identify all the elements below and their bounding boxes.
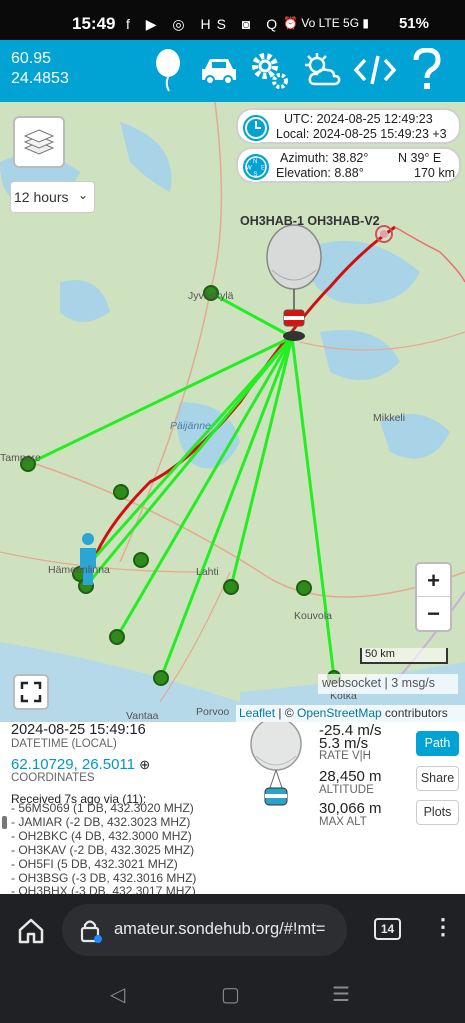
address-bar[interactable]: amateur.sondehub.org/#!mt=	[62, 904, 347, 956]
balloon-icon[interactable]	[145, 46, 191, 94]
help-icon[interactable]	[404, 46, 450, 94]
top-bar: 60.95 24.4853	[0, 40, 465, 102]
list-item: - OH3KAV (-2 DB, 432.3025 MHZ)	[11, 842, 195, 857]
chevron-down-icon: ⌄	[77, 188, 88, 202]
fullscreen-icon	[20, 681, 42, 703]
distance-value: 170 km	[414, 166, 455, 180]
lock-icon[interactable]	[78, 918, 104, 944]
map-attribution: Leaflet | © OpenStreetMap contributors	[236, 705, 465, 722]
svg-text:E: E	[261, 166, 265, 172]
map-label-vantaa: Vantaa	[126, 710, 159, 722]
list-item: - OH2BKC (4 DB, 432.3000 MHZ)	[11, 828, 192, 843]
clock-icon	[241, 113, 271, 143]
list-item: - OH5FI (5 DB, 432.3021 MHZ)	[11, 856, 178, 871]
balloon-payload-icon	[250, 722, 302, 806]
zoom-control: + −	[415, 562, 452, 632]
map-view[interactable]: Jyväskylä Päijänne Mikkeli Tampere Hämee…	[0, 102, 465, 722]
azimuth-panel: NW ES Azimuth: 38.82° N 39° E Elevation: …	[236, 147, 461, 183]
leaflet-link[interactable]: Leaflet	[239, 706, 275, 720]
share-button[interactable]: Share	[416, 766, 459, 791]
crosshair-icon[interactable]: ⊕	[139, 757, 150, 772]
map-label-kouvola: Kouvola	[294, 610, 332, 622]
gear-icon[interactable]	[246, 46, 292, 94]
home-icon[interactable]	[16, 916, 46, 946]
max-altitude-value: 30,066 m	[319, 800, 382, 817]
svg-text:W: W	[246, 166, 252, 172]
payload-info-panel: 2024-08-25 15:49:16 DATETIME (LOCAL) 62.…	[0, 722, 465, 894]
map-label-porvoo: Porvoo	[196, 706, 230, 718]
list-item: - 56MS069 (1 DB, 432.3020 MHZ)	[11, 801, 194, 815]
altitude-label: ALTITUDE	[319, 784, 374, 796]
attribution-contributors: contributors	[381, 706, 448, 720]
latitude-readout: 60.95	[11, 50, 52, 67]
compass-icon: NW ES	[241, 152, 271, 182]
osm-link[interactable]: OpenStreetMap	[297, 706, 382, 720]
map-label-lahti: Lahti	[196, 566, 219, 578]
svg-text:S: S	[254, 172, 258, 178]
zoom-out-button[interactable]: −	[417, 597, 450, 630]
url-text: amateur.sondehub.org/#!mt=	[114, 920, 326, 938]
rate-label: RATE V|H	[319, 750, 371, 762]
map-label-tampere: Tampere	[0, 452, 41, 464]
list-item: - OH3BHX (-3 DB, 432.3017 MHZ)	[11, 884, 196, 894]
car-icon[interactable]	[196, 46, 242, 94]
signal-icons: ⏰ Vo LTE 5G ▮	[282, 16, 369, 30]
home-button[interactable]: ▢	[221, 982, 240, 1007]
datetime-value: 2024-08-25 15:49:16	[11, 722, 146, 738]
weather-icon[interactable]	[300, 46, 346, 94]
svg-text:N: N	[253, 159, 257, 165]
layers-icon	[23, 129, 55, 155]
status-time: 15:49	[72, 14, 116, 33]
utc-time: UTC: 2024-08-25 12:49:23	[284, 112, 433, 126]
coordinates-text: 62.10729, 26.5011	[11, 756, 136, 773]
browser-menu-button[interactable]: ⋮	[432, 914, 454, 940]
history-hours-select[interactable]: 12 hours ⌄	[10, 181, 95, 213]
recents-button[interactable]: ☰	[332, 982, 350, 1007]
elevation-value: Elevation: 8.88°	[276, 166, 364, 180]
altitude-value: 28,450 m	[319, 768, 382, 785]
scrollbar-thumb[interactable]	[2, 816, 7, 829]
scale-bar: 50 km	[360, 648, 448, 664]
plots-button[interactable]: Plots	[416, 800, 459, 825]
max-altitude-label: MAX ALT	[319, 816, 367, 828]
layers-button[interactable]	[13, 116, 65, 168]
zoom-in-button[interactable]: +	[417, 564, 450, 597]
attribution-separator: | ©	[275, 706, 297, 720]
coordinates-label: COORDINATES	[11, 772, 95, 784]
history-hours-value: 12 hours	[14, 189, 69, 205]
receiver-list: - 56MS069 (1 DB, 432.3020 MHZ) - JAMIAR …	[11, 801, 197, 894]
tab-count-button[interactable]: 14	[374, 918, 401, 940]
coordinates-value[interactable]: 62.10729, 26.5011 ⊕	[11, 756, 150, 773]
path-button[interactable]: Path	[416, 731, 459, 756]
local-time: Local: 2024-08-25 15:49:23 +3	[276, 127, 447, 141]
map-label-jyvaskyla: Jyväskylä	[188, 290, 234, 302]
code-icon[interactable]	[352, 46, 398, 94]
list-item: - JAMIAR (-2 DB, 432.3023 MHZ)	[11, 814, 191, 829]
map-label-paijanne: Päijänne	[170, 420, 211, 432]
browser-toolbar: amateur.sondehub.org/#!mt= 14 ⋮	[0, 894, 465, 970]
list-item: - OH3BSG (-3 DB, 432.3016 MHZ)	[11, 870, 197, 885]
system-nav-bar: ◁ ▢ ☰	[0, 970, 465, 1023]
datetime-label: DATETIME (LOCAL)	[11, 738, 117, 750]
azimuth-value: Azimuth: 38.82°	[280, 151, 369, 165]
direction-value: N 39° E	[398, 151, 442, 165]
battery-level: 51%	[398, 15, 429, 32]
map-label-hameenlinna: Hämeenlinna	[48, 564, 110, 576]
payload-callsign[interactable]: OH3HAB-1 OH3HAB-V2	[240, 214, 380, 228]
map-label-mikkeli: Mikkeli	[373, 412, 406, 424]
time-panel: UTC: 2024-08-25 12:49:23 Local: 2024-08-…	[236, 108, 461, 144]
back-button[interactable]: ◁	[110, 982, 125, 1007]
fullscreen-button[interactable]	[13, 674, 49, 710]
longitude-readout: 24.4853	[11, 70, 69, 87]
notification-icons: f ▶ ◎ HS ◙ Q	[126, 16, 284, 32]
websocket-status: websocket | 3 msg/s	[318, 674, 458, 694]
